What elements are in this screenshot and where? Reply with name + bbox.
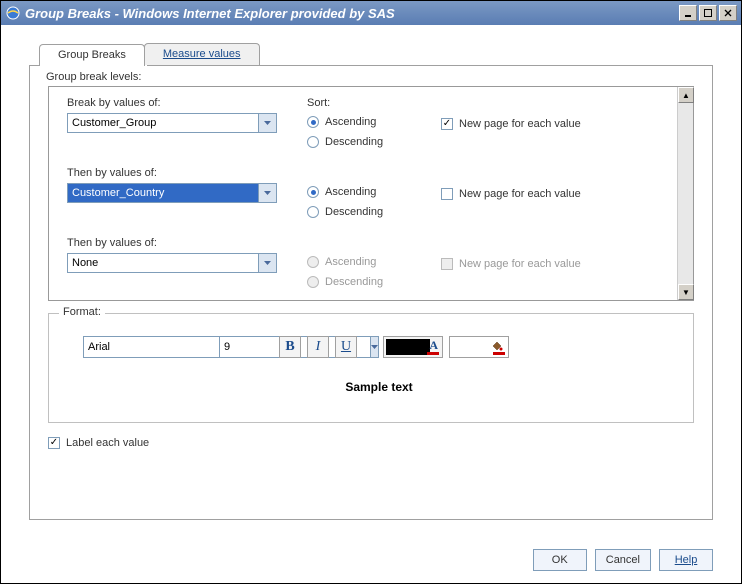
radio-icon <box>307 256 319 268</box>
radio-icon <box>307 186 319 198</box>
format-label: Format: <box>59 306 105 318</box>
break-by-input-3[interactable] <box>67 253 259 273</box>
color-underline <box>493 352 505 355</box>
underline-button[interactable]: U <box>335 336 357 358</box>
ok-button[interactable]: OK <box>533 549 587 571</box>
scroll-down-button[interactable]: ▼ <box>678 284 694 300</box>
radio-icon <box>307 116 319 128</box>
sort-asc-2[interactable]: Ascending <box>307 183 437 201</box>
group-break-levels-panel: ▲ ▼ Break by values of: <box>48 86 694 301</box>
window-title: Group Breaks - Windows Internet Explorer… <box>25 6 679 21</box>
ie-icon <box>5 5 21 21</box>
radio-icon <box>307 136 319 148</box>
sort-label-1: Sort: <box>307 97 437 109</box>
break-by-label: Break by values of: <box>67 97 277 109</box>
group-content: Break by values of: Sort: Ascending Desc… <box>49 87 693 300</box>
break-by-input-1[interactable] <box>67 113 259 133</box>
checkbox-icon <box>441 188 453 200</box>
then-by-label-2: Then by values of: <box>67 167 277 179</box>
color-underline <box>427 352 439 355</box>
sort-desc-2[interactable]: Descending <box>307 203 437 221</box>
tab-measure-values[interactable]: Measure values <box>144 43 260 65</box>
bold-button[interactable]: B <box>279 336 301 358</box>
sort-asc-1[interactable]: Ascending <box>307 113 437 131</box>
dropdown-icon[interactable] <box>259 113 277 133</box>
titlebar: Group Breaks - Windows Internet Explorer… <box>1 1 741 25</box>
break-row-top-2: Then by values of: . Ascending Descendin… <box>67 167 669 223</box>
scroll-up-button[interactable]: ▲ <box>678 87 694 103</box>
dropdown-icon[interactable] <box>259 183 277 203</box>
newpage-2[interactable]: New page for each value <box>441 185 581 203</box>
sample-text: Sample text <box>83 380 675 394</box>
text-color-button[interactable]: A <box>383 336 443 358</box>
break-row-top-3: Then by values of: . Ascending Descendin… <box>67 237 669 293</box>
content: Group Breaks Measure values Group break … <box>1 25 741 583</box>
checkbox-icon <box>48 437 60 449</box>
break-row-3: Then by values of: . Ascending Descendin… <box>67 237 669 293</box>
dropdown-icon[interactable] <box>259 253 277 273</box>
sort-desc-3: Descending <box>307 273 437 291</box>
label-each-checkbox[interactable]: Label each value <box>48 437 712 449</box>
tab-group-breaks[interactable]: Group Breaks <box>39 44 145 66</box>
font-select[interactable] <box>83 336 213 358</box>
text-color-swatch <box>386 339 430 355</box>
maximize-button[interactable] <box>699 5 717 21</box>
cancel-button[interactable]: Cancel <box>595 549 651 571</box>
break-by-select-3[interactable] <box>67 253 277 273</box>
sort-desc-1[interactable]: Descending <box>307 133 437 151</box>
checkbox-icon <box>441 118 453 130</box>
footer-buttons: OK Cancel Help <box>533 549 713 571</box>
tab-panel: Group break levels: ▲ ▼ Break by values … <box>29 65 713 520</box>
break-by-select-1[interactable] <box>67 113 277 133</box>
label-each-text: Label each value <box>66 437 149 449</box>
break-by-input-2[interactable] <box>67 183 259 203</box>
format-panel: Format: B I U <box>48 313 694 423</box>
close-button[interactable] <box>719 5 737 21</box>
radio-icon <box>307 206 319 218</box>
group-levels-label: Group break levels: <box>40 65 147 87</box>
newpage-1[interactable]: New page for each value <box>441 115 581 133</box>
break-row-top-1: Break by values of: Sort: Ascending Desc… <box>67 97 669 153</box>
text-color-letter-icon: A <box>429 338 438 353</box>
dropdown-icon[interactable] <box>371 336 379 358</box>
minimize-button[interactable] <box>679 5 697 21</box>
sort-asc-3: Ascending <box>307 253 437 271</box>
break-row-1: Break by values of: Sort: Ascending Desc… <box>67 97 669 153</box>
checkbox-icon <box>441 258 453 270</box>
italic-button[interactable]: I <box>307 336 329 358</box>
window-controls <box>679 5 737 21</box>
window: Group Breaks - Windows Internet Explorer… <box>0 0 742 584</box>
tab-bar: Group Breaks Measure values <box>39 43 713 65</box>
scrollbar[interactable]: ▲ ▼ <box>677 87 693 300</box>
font-input[interactable] <box>83 336 235 358</box>
format-row: B I U A <box>83 336 675 358</box>
then-by-label-3: Then by values of: <box>67 237 277 249</box>
break-row-2: Then by values of: . Ascending Descendin… <box>67 167 669 223</box>
size-select[interactable] <box>219 336 261 358</box>
help-button[interactable]: Help <box>659 549 713 571</box>
radio-icon <box>307 276 319 288</box>
break-by-select-2[interactable] <box>67 183 277 203</box>
bg-color-button[interactable] <box>449 336 509 358</box>
newpage-3: New page for each value <box>441 255 581 273</box>
